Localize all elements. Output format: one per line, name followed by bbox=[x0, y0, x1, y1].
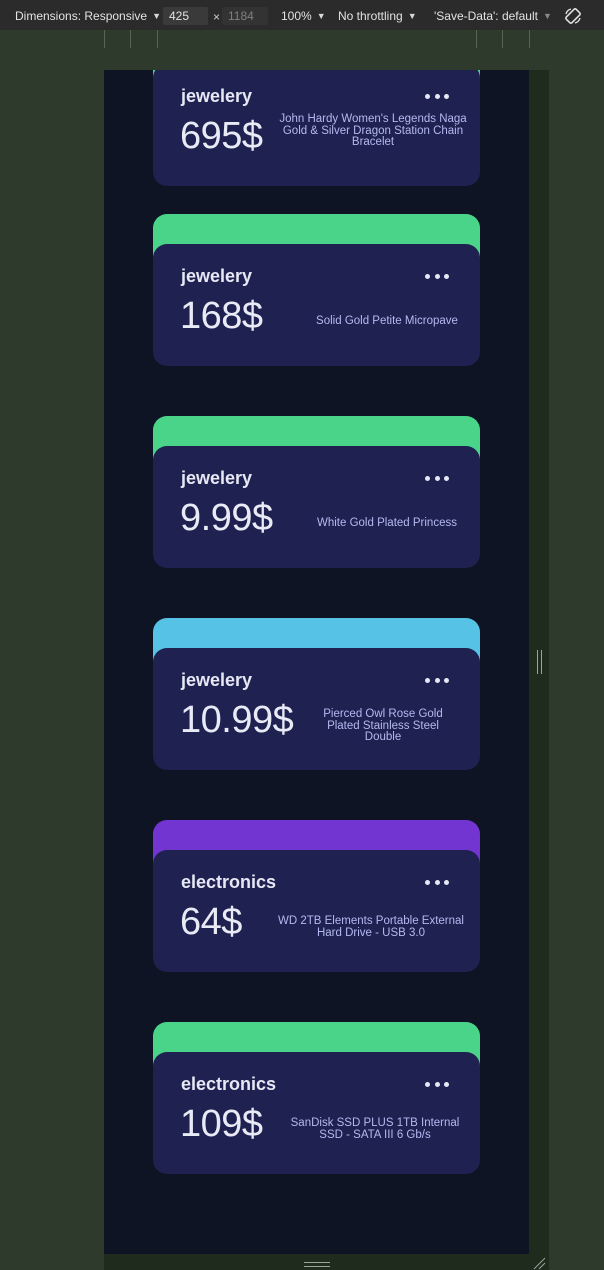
chevron-down-icon: ▼ bbox=[542, 11, 552, 21]
rotate-icon[interactable] bbox=[563, 6, 583, 26]
resize-corner-icon[interactable] bbox=[532, 1256, 546, 1270]
card-title: Solid Gold Petite Micropave bbox=[316, 315, 458, 327]
product-card[interactable]: electronics 64$ WD 2TB Elements Portable… bbox=[153, 820, 480, 972]
card-title: Pierced Owl Rose Gold Plated Stainless S… bbox=[323, 708, 443, 743]
card-category: jewelery bbox=[181, 670, 253, 690]
ruler-tick bbox=[104, 30, 105, 48]
zoom-dropdown[interactable]: 100% ▼ bbox=[281, 9, 326, 23]
more-options-icon[interactable] bbox=[425, 476, 449, 482]
card-category: jewelery bbox=[181, 86, 253, 106]
card-price: 64$ bbox=[180, 901, 242, 943]
ruler-tick bbox=[529, 30, 530, 48]
card-body: jewelery 10.99$ Pierced Owl Rose Gold Pl… bbox=[153, 648, 480, 770]
ruler-tick bbox=[502, 30, 503, 48]
more-options-icon[interactable] bbox=[425, 274, 449, 280]
product-card[interactable]: electronics 109$ SanDisk SSD PLUS 1TB In… bbox=[153, 1022, 480, 1174]
save-data-label: 'Save-Data': default bbox=[434, 9, 538, 23]
card-category: electronics bbox=[181, 872, 277, 892]
chevron-down-icon: ▼ bbox=[152, 11, 161, 21]
more-options-icon[interactable] bbox=[425, 94, 449, 100]
card-price: 168$ bbox=[180, 295, 263, 337]
card-body: jewelery 168$ Solid Gold Petite Micropav… bbox=[153, 244, 480, 366]
device-toolbar: Dimensions: Responsive ▼ 425 × 1184 100%… bbox=[0, 0, 604, 33]
chevron-down-icon: ▼ bbox=[407, 11, 417, 21]
card-body: jewelery 695$ John Hardy Women's Legends… bbox=[153, 70, 480, 186]
card-title: White Gold Plated Princess bbox=[317, 517, 457, 529]
ruler-tick bbox=[157, 30, 158, 48]
card-category: electronics bbox=[181, 1074, 277, 1094]
product-card[interactable]: jewelery 9.99$ White Gold Plated Princes… bbox=[153, 416, 480, 568]
more-options-icon[interactable] bbox=[425, 678, 449, 684]
product-card[interactable]: jewelery 10.99$ Pierced Owl Rose Gold Pl… bbox=[153, 618, 480, 770]
height-input[interactable]: 1184 bbox=[222, 7, 268, 25]
more-options-icon[interactable] bbox=[425, 880, 449, 886]
width-input[interactable]: 425 bbox=[163, 7, 208, 25]
card-title: WD 2TB Elements Portable External Hard D… bbox=[278, 915, 464, 939]
card-body: electronics 64$ WD 2TB Elements Portable… bbox=[153, 850, 480, 972]
ruler-tick bbox=[476, 30, 477, 48]
card-price: 695$ bbox=[180, 115, 263, 157]
dimensions-label: Dimensions: Responsive bbox=[15, 9, 148, 23]
ruler-tick bbox=[130, 30, 131, 48]
more-options-icon[interactable] bbox=[425, 1082, 449, 1088]
chevron-down-icon: ▼ bbox=[316, 11, 326, 21]
media-query-ruler[interactable] bbox=[0, 30, 604, 48]
dimensions-dropdown[interactable]: Dimensions: Responsive ▼ bbox=[15, 9, 161, 23]
times-sign: × bbox=[213, 10, 221, 24]
throttling-dropdown[interactable]: No throttling ▼ bbox=[338, 9, 417, 23]
zoom-label: 100% bbox=[281, 9, 312, 23]
throttling-label: No throttling bbox=[338, 9, 403, 23]
card-title: John Hardy Women's Legends Naga Gold & S… bbox=[279, 113, 467, 148]
card-price: 10.99$ bbox=[180, 699, 294, 741]
resize-handle-right[interactable] bbox=[537, 650, 542, 674]
card-category: jewelery bbox=[181, 468, 253, 488]
product-card[interactable]: jewelery 168$ Solid Gold Petite Micropav… bbox=[153, 214, 480, 366]
card-title: SanDisk SSD PLUS 1TB Internal SSD - SATA… bbox=[290, 1117, 460, 1141]
card-price: 9.99$ bbox=[180, 497, 273, 539]
card-body: electronics 109$ SanDisk SSD PLUS 1TB In… bbox=[153, 1052, 480, 1174]
device-viewport: jewelery 695$ John Hardy Women's Legends… bbox=[104, 70, 529, 1254]
card-category: jewelery bbox=[181, 266, 253, 286]
product-card[interactable]: jewelery 695$ John Hardy Women's Legends… bbox=[153, 70, 480, 186]
card-body: jewelery 9.99$ White Gold Plated Princes… bbox=[153, 446, 480, 568]
card-price: 109$ bbox=[180, 1103, 263, 1145]
save-data-dropdown[interactable]: 'Save-Data': default ▼ bbox=[434, 9, 552, 23]
resize-handle-bottom[interactable] bbox=[304, 1262, 330, 1267]
